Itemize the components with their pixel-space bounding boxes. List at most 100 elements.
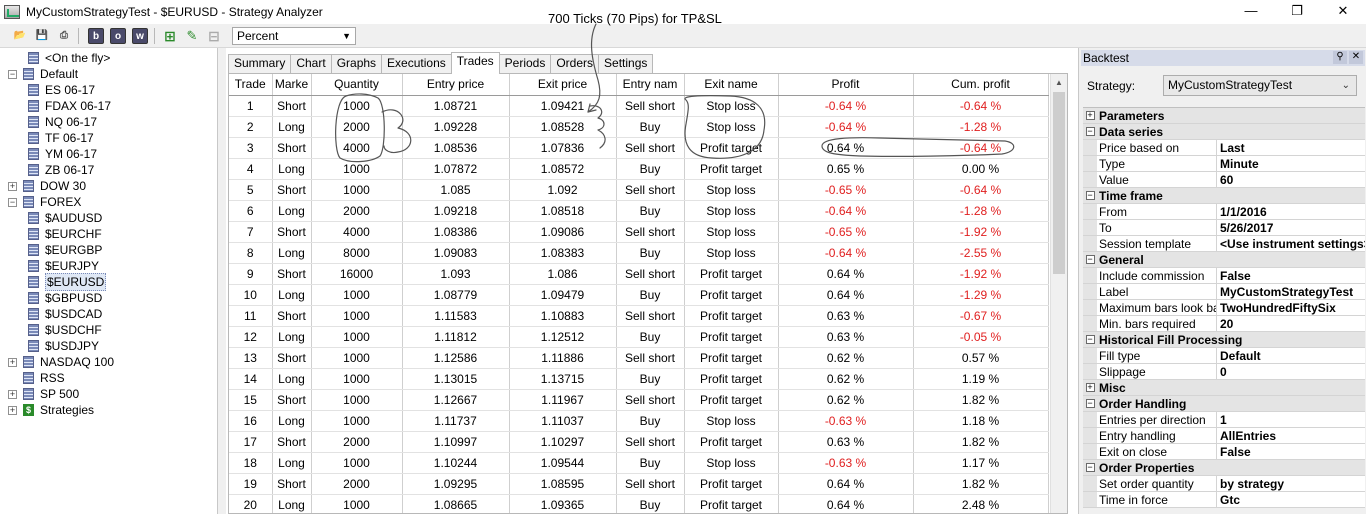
tree-item[interactable]: $USDCAD [28, 306, 102, 322]
table-row[interactable]: 3 Short 4000 1.08536 1.07836 Sell short Profit… [229, 137, 1049, 159]
expand-icon[interactable]: + [8, 389, 17, 399]
expand-icon[interactable]: + [1085, 111, 1095, 120]
tree-item[interactable]: $EURCHF [28, 226, 102, 242]
table-row[interactable]: 16 Long 1000 1.11737 1.11037 Buy Stop loss -0.6… [229, 410, 1049, 432]
open-folder-icon[interactable]: 📂 [12, 28, 28, 44]
property-value[interactable]: 1 [1217, 412, 1365, 427]
tree-item[interactable]: $EURJPY [28, 258, 99, 274]
property-row[interactable]: Maximum bars look bac TwoHundredFiftySix [1083, 300, 1365, 316]
splitter[interactable] [218, 48, 226, 514]
strategy-select[interactable]: MyCustomStrategyTest ⌄ [1163, 75, 1357, 96]
collapse-icon[interactable]: − [1085, 127, 1095, 136]
property-value[interactable]: by strategy [1217, 476, 1365, 491]
scroll-up-icon[interactable]: ▲ [1051, 74, 1067, 91]
property-row[interactable]: Min. bars required 20 [1083, 316, 1365, 332]
tree-item[interactable]: $EURUSD [28, 273, 107, 291]
tab-graphs[interactable]: Graphs [330, 54, 383, 73]
property-value[interactable]: AllEntries [1217, 428, 1365, 443]
edit-icon[interactable]: ✎ [184, 28, 200, 44]
tab-summary[interactable]: Summary [228, 54, 292, 73]
orders-button[interactable]: o [110, 28, 126, 44]
tree-item[interactable]: <On the fly> [28, 50, 110, 66]
property-category[interactable]: − Time frame [1083, 188, 1365, 204]
tree-item[interactable]: ZB 06-17 [28, 162, 94, 178]
tree-item[interactable]: $USDCHF [28, 322, 102, 338]
property-value[interactable]: Default [1217, 348, 1365, 363]
tree-item[interactable]: TF 06-17 [28, 130, 94, 146]
table-row[interactable]: 13 Short 1000 1.12586 1.11886 Sell short Profi… [229, 347, 1049, 369]
column-header[interactable]: Cum. profit [913, 74, 1049, 96]
property-row[interactable]: Exit on close False [1083, 444, 1365, 460]
grid-scrollbar[interactable]: ▲ [1050, 74, 1067, 513]
property-row[interactable]: Include commission False [1083, 268, 1365, 284]
property-value[interactable]: 0 [1217, 364, 1365, 379]
table-row[interactable]: 10 Long 1000 1.08779 1.09479 Buy Profit target… [229, 284, 1049, 306]
property-row[interactable]: Entry handling AllEntries [1083, 428, 1365, 444]
remove-icon[interactable]: ⊟ [206, 28, 222, 44]
property-category[interactable]: − Order Properties [1083, 460, 1365, 476]
property-row[interactable]: Session template <Use instrument settings… [1083, 236, 1365, 252]
save-icon[interactable]: 💾 [34, 28, 50, 44]
collapse-icon[interactable]: − [8, 69, 17, 79]
tree-item[interactable]: RSS [8, 370, 65, 386]
tree-item[interactable]: FDAX 06-17 [28, 98, 111, 114]
table-row[interactable]: 4 Long 1000 1.07872 1.08572 Buy Profit target 0… [229, 158, 1049, 180]
property-category[interactable]: − Order Handling [1083, 396, 1365, 412]
minimize-icon[interactable]: — [1228, 0, 1274, 24]
property-row[interactable]: Label MyCustomStrategyTest [1083, 284, 1365, 300]
expand-icon[interactable]: + [8, 181, 17, 191]
property-value[interactable]: False [1217, 268, 1365, 283]
table-row[interactable]: 17 Short 2000 1.10997 1.10297 Sell short Profi… [229, 431, 1049, 453]
table-row[interactable]: 6 Long 2000 1.09218 1.08518 Buy Stop loss -0.64… [229, 200, 1049, 222]
table-row[interactable]: 20 Long 1000 1.08665 1.09365 Buy Profit target… [229, 494, 1049, 513]
collapse-icon[interactable]: − [1085, 191, 1095, 200]
display-mode-dropdown[interactable]: Percent ▼ [232, 27, 356, 45]
tab-settings[interactable]: Settings [598, 54, 654, 73]
table-row[interactable]: 19 Short 2000 1.09295 1.08595 Sell short Profi… [229, 473, 1049, 495]
table-row[interactable]: 14 Long 1000 1.13015 1.13715 Buy Profit target… [229, 368, 1049, 390]
column-header[interactable]: Exit name [684, 74, 779, 96]
property-row[interactable]: Price based on Last [1083, 140, 1365, 156]
property-category[interactable]: + Misc [1083, 380, 1365, 396]
property-row[interactable]: Fill type Default [1083, 348, 1365, 364]
tree-item[interactable]: − Default [8, 66, 78, 82]
maximize-icon[interactable]: ❐ [1274, 0, 1320, 24]
tab-trades[interactable]: Trades [450, 52, 500, 74]
expand-icon[interactable]: + [1085, 383, 1095, 392]
collapse-icon[interactable]: − [1085, 335, 1095, 344]
expand-icon[interactable]: + [8, 405, 17, 415]
tree-item[interactable]: $GBPUSD [28, 290, 102, 306]
property-value[interactable]: MyCustomStrategyTest [1217, 284, 1365, 299]
property-value[interactable]: TwoHundredFiftySix [1217, 300, 1365, 315]
property-value[interactable]: False [1217, 444, 1365, 459]
table-row[interactable]: 7 Short 4000 1.08386 1.09086 Sell short Stop l… [229, 221, 1049, 243]
table-row[interactable]: 5 Short 1000 1.085 1.092 Sell short Stop loss -… [229, 179, 1049, 201]
tab-periods[interactable]: Periods [498, 54, 552, 73]
property-category[interactable]: − Data series [1083, 124, 1365, 140]
close-icon[interactable]: ✕ [1349, 51, 1363, 64]
tree-item[interactable]: YM 06-17 [28, 146, 97, 162]
table-row[interactable]: 15 Short 1000 1.12667 1.11967 Sell short Profi… [229, 389, 1049, 411]
tree-item[interactable]: ES 06-17 [28, 82, 95, 98]
collapse-icon[interactable]: − [1085, 399, 1095, 408]
property-value[interactable]: 20 [1217, 316, 1365, 331]
column-header[interactable]: Exit price [509, 74, 617, 96]
property-value[interactable]: Minute [1217, 156, 1365, 171]
tree-item[interactable]: + SP 500 [8, 386, 79, 402]
property-row[interactable]: Time in force Gtc [1083, 492, 1365, 508]
property-row[interactable]: Value 60 [1083, 172, 1365, 188]
add-icon[interactable]: ⊞ [162, 28, 178, 44]
column-header[interactable]: Entry price [402, 74, 510, 96]
property-row[interactable]: To 5/26/2017 [1083, 220, 1365, 236]
table-row[interactable]: 12 Long 1000 1.11812 1.12512 Buy Profit target… [229, 326, 1049, 348]
table-row[interactable]: 1 Short 1000 1.08721 1.09421 Sell short Stop l… [229, 95, 1049, 117]
column-header[interactable]: Marke [272, 74, 312, 96]
property-value[interactable]: <Use instrument settings> [1217, 236, 1365, 251]
tree-item[interactable]: − FOREX [8, 194, 81, 210]
tab-chart[interactable]: Chart [290, 54, 332, 73]
property-row[interactable]: Slippage 0 [1083, 364, 1365, 380]
tab-executions[interactable]: Executions [381, 54, 452, 73]
tree-item[interactable]: + NASDAQ 100 [8, 354, 114, 370]
property-row[interactable]: From 1/1/2016 [1083, 204, 1365, 220]
expand-icon[interactable]: + [8, 357, 17, 367]
